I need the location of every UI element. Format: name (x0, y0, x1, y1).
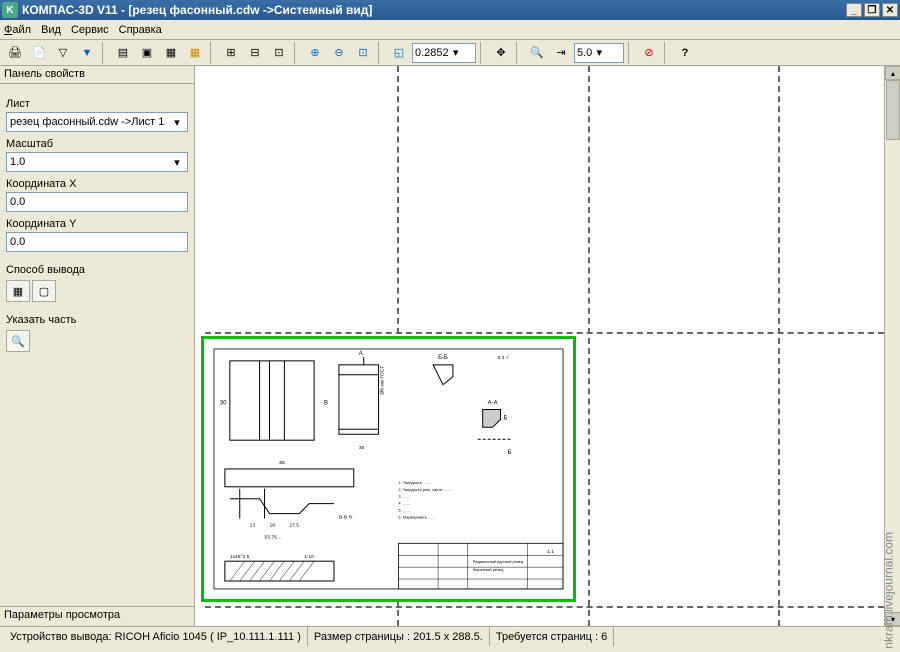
output-mode2-button[interactable]: ▢ (32, 280, 56, 302)
svg-text:13: 13 (250, 522, 256, 528)
help-icon[interactable]: ? (674, 42, 696, 64)
svg-text:А: А (359, 351, 363, 357)
viewport[interactable]: 30 В А Ø8 мм ГОСТ 35 Б-Б 6.3 √ А-А (195, 66, 900, 626)
scroll-thumb[interactable] (886, 80, 900, 140)
zoom2-icon[interactable]: 🔍 (526, 42, 548, 64)
coordy-value: 0.0 (10, 236, 25, 248)
panel-title: Панель свойств (0, 66, 194, 84)
chevron-down-icon[interactable]: ▾ (170, 116, 184, 129)
print-icon[interactable]: 🖨 (4, 42, 26, 64)
sheet-value: резец фасонный.cdw ->Лист 1 (10, 116, 164, 128)
svg-text:Фасонный резец: Фасонный резец (473, 567, 504, 572)
svg-text:Б: Б (504, 415, 508, 421)
chevron-down-icon[interactable]: ▾ (170, 156, 184, 169)
zoom-in-icon[interactable]: ⊕ (304, 42, 326, 64)
selection-frame[interactable]: 30 В А Ø8 мм ГОСТ 35 Б-Б 6.3 √ А-А (201, 336, 576, 602)
side-panel: Панель свойств Лист резец фасонный.cdw -… (0, 66, 195, 626)
technical-drawing: 30 В А Ø8 мм ГОСТ 35 Б-Б 6.3 √ А-А (210, 345, 567, 593)
zoom-out-icon[interactable]: ⊖ (328, 42, 350, 64)
status-pages: Требуется страниц : 6 (490, 627, 614, 646)
svg-text:В-В ↻: В-В ↻ (339, 515, 353, 521)
svg-text:В: В (324, 400, 328, 406)
output-mode1-button[interactable]: ▦ (6, 280, 30, 302)
canvas[interactable]: 30 В А Ø8 мм ГОСТ 35 Б-Б 6.3 √ А-А (195, 66, 884, 626)
stop-icon[interactable]: ⊘ (638, 42, 660, 64)
chevron-down-icon[interactable]: ▾ (592, 46, 606, 59)
scale-label: Масштаб (6, 138, 188, 150)
tile2-icon[interactable]: ▦ (160, 42, 182, 64)
output-label: Способ вывода (6, 264, 188, 276)
status-device: Устройство вывода: RICOH Aficio 1045 ( I… (4, 627, 308, 646)
menu-view[interactable]: Вид (41, 24, 61, 36)
panel-tab[interactable]: Параметры просмотра (0, 606, 194, 626)
svg-text:27.5: 27.5 (289, 522, 299, 528)
svg-text:1:10: 1:10 (304, 554, 314, 560)
step-value: 5.0 (577, 47, 592, 59)
svg-text:30: 30 (220, 400, 227, 406)
title-bar: K КОМПАС-3D V11 - [резец фасонный.cdw ->… (0, 0, 900, 20)
coordx-value: 0.0 (10, 196, 25, 208)
tile3-icon[interactable]: ▦ (184, 42, 206, 64)
zoom-combo[interactable]: 0.2852 ▾ (412, 43, 476, 63)
svg-text:53.75…: 53.75… (265, 534, 282, 540)
chevron-down-icon[interactable]: ▾ (449, 46, 463, 59)
svg-text:1. Твердость ……: 1. Твердость …… (398, 480, 430, 485)
svg-text:6. Маркировать ……: 6. Маркировать …… (398, 515, 436, 520)
sheet-select[interactable]: резец фасонный.cdw ->Лист 1 ▾ (6, 112, 188, 132)
zoom-sel-icon[interactable]: ◱ (388, 42, 410, 64)
scale-input[interactable]: 1.0 ▾ (6, 152, 188, 172)
status-pagesize: Размер страницы : 201.5 x 288.5. (308, 627, 490, 646)
svg-text:3. ……: 3. …… (398, 494, 410, 499)
zoom-fit-icon[interactable]: ⊡ (352, 42, 374, 64)
preview-icon[interactable]: 📄 (28, 42, 50, 64)
coordx-label: Координата X (6, 178, 188, 190)
svg-text:4. ……: 4. …… (398, 501, 410, 506)
svg-text:35: 35 (359, 445, 365, 451)
step-icon[interactable]: ⇥ (550, 42, 572, 64)
coordy-input[interactable]: 0.0 (6, 232, 188, 252)
specify-label: Указать часть (6, 314, 188, 326)
app-icon: K (2, 2, 18, 18)
filter2-icon[interactable]: ▼ (76, 42, 98, 64)
svg-text:5. ……: 5. …… (398, 508, 410, 513)
close-button[interactable]: ✕ (882, 3, 898, 17)
coordx-input[interactable]: 0.0 (6, 192, 188, 212)
grid3-icon[interactable]: ⊡ (268, 42, 290, 64)
minimize-button[interactable]: _ (846, 3, 862, 17)
toolbar: 🖨 📄 ▽ ▼ ▤ ▣ ▦ ▦ ⊞ ⊟ ⊡ ⊕ ⊖ ⊡ ◱ 0.2852 ▾ ✥… (0, 40, 900, 66)
tile1-icon[interactable]: ▣ (136, 42, 158, 64)
maximize-button[interactable]: ❐ (864, 3, 880, 17)
svg-text:1:1: 1:1 (547, 549, 554, 555)
watermark-text: nkram.livejournal.com (882, 532, 896, 649)
svg-text:85: 85 (279, 460, 285, 466)
svg-text:А-А: А-А (488, 400, 498, 406)
svg-text:Б-Б: Б-Б (438, 355, 448, 361)
menu-bar: Файлdocument.currentScript.previousSibli… (0, 20, 900, 40)
title-text: КОМПАС-3D V11 - [резец фасонный.cdw ->Си… (22, 3, 372, 17)
step-combo[interactable]: 5.0 ▾ (574, 43, 624, 63)
svg-text:Б: Б (507, 450, 511, 456)
pan-icon[interactable]: ✥ (490, 42, 512, 64)
svg-text:18: 18 (269, 522, 275, 528)
sheet-label: Лист (6, 98, 188, 110)
svg-text:Радиальный круглый резец: Радиальный круглый резец (473, 559, 524, 564)
menu-service[interactable]: Сервис (71, 24, 109, 36)
filter-icon[interactable]: ▽ (52, 42, 74, 64)
grid2-icon[interactable]: ⊟ (244, 42, 266, 64)
svg-text:Ø8 мм ГОСТ: Ø8 мм ГОСТ (380, 366, 386, 395)
scroll-up-arrow-icon[interactable]: ▴ (885, 66, 900, 80)
status-bar: Устройство вывода: RICOH Aficio 1045 ( I… (0, 626, 900, 646)
specify-part-button[interactable]: 🔍 (6, 330, 30, 352)
zoom-value: 0.2852 (415, 47, 449, 59)
layers-icon[interactable]: ▤ (112, 42, 134, 64)
svg-text:6.3 √: 6.3 √ (498, 354, 509, 361)
menu-file[interactable]: Файлdocument.currentScript.previousSibli… (4, 24, 31, 36)
grid1-icon[interactable]: ⊞ (220, 42, 242, 64)
menu-help[interactable]: Справка (119, 24, 162, 36)
coordy-label: Координата Y (6, 218, 188, 230)
svg-text:2. Твердость реж. части ……: 2. Твердость реж. части …… (398, 487, 451, 492)
scale-value: 1.0 (10, 156, 25, 168)
svg-text:1x45°2.5: 1x45°2.5 (230, 554, 250, 560)
